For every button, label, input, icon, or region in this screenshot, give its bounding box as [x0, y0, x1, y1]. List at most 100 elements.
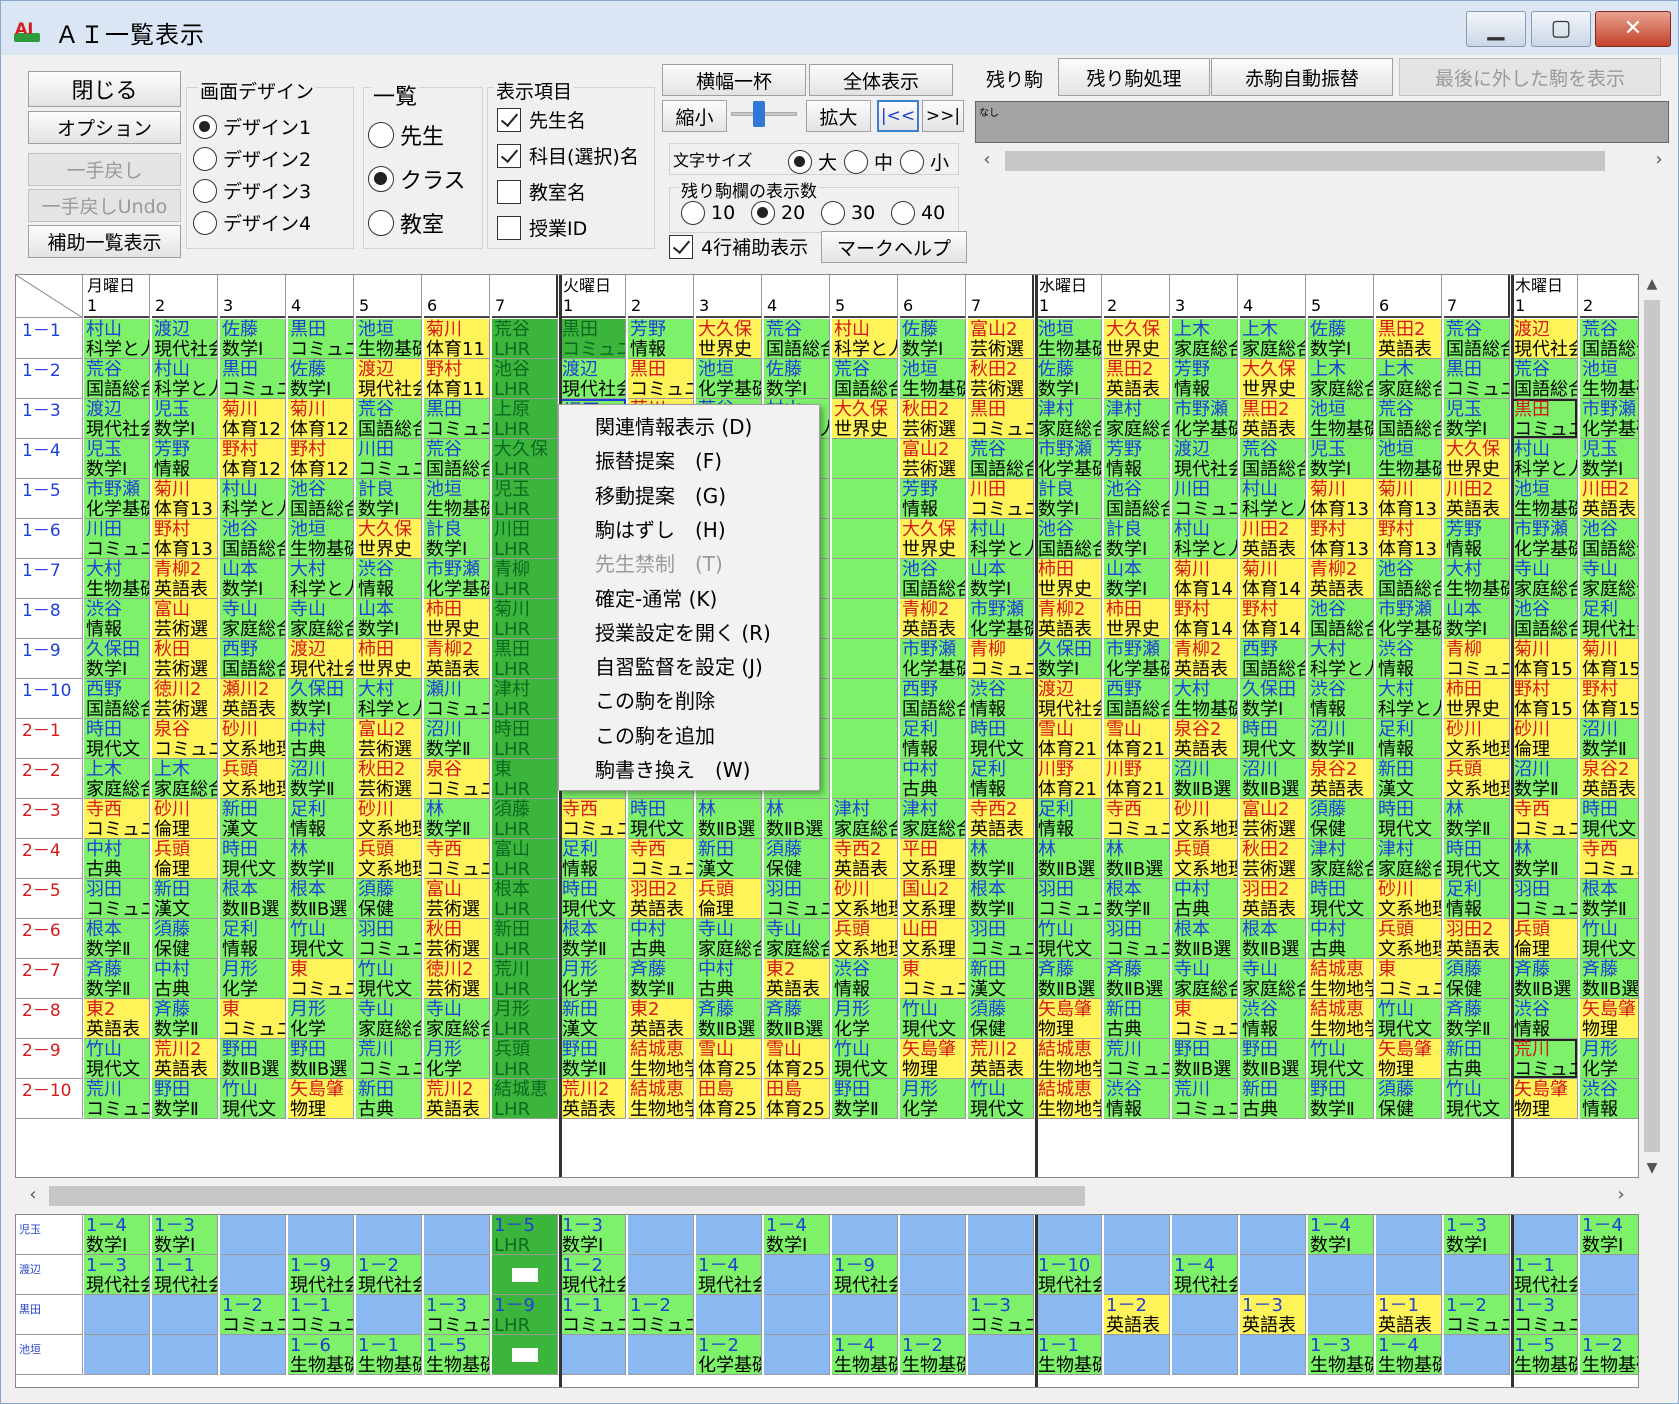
lesson-cell[interactable]: 羽田コミュニ — [1104, 919, 1170, 959]
lesson-cell[interactable]: 竹山 現代文 — [1376, 999, 1442, 1039]
lesson-cell[interactable]: 市野瀬化学基礎 — [1580, 399, 1638, 439]
lesson-cell[interactable]: 渋谷 情報 — [1512, 999, 1578, 1039]
lesson-cell[interactable]: 徳川2 芸術選 — [152, 679, 218, 719]
lesson-cell[interactable]: 竹山 現代文 — [832, 1039, 898, 1079]
lesson-cell[interactable]: 川野 体育21 — [1104, 759, 1170, 799]
scroll-down-icon[interactable]: ▼ — [1641, 1160, 1663, 1176]
lesson-cell[interactable]: 野村 体育11 — [424, 359, 490, 399]
item-option-3-check-icon[interactable] — [497, 179, 521, 204]
lesson-cell[interactable]: 川田2 英語表 — [1240, 519, 1306, 559]
remain-count-option-4-radio-icon[interactable] — [891, 201, 915, 225]
lesson-cell[interactable]: 市野瀬化学基礎 — [1104, 639, 1170, 679]
hscroll-left-icon[interactable]: ‹ — [23, 1184, 43, 1205]
lesson-cell[interactable]: 上原 LHR — [492, 399, 558, 439]
teacher-lesson-cell[interactable] — [84, 1295, 150, 1335]
header-1-5[interactable]: 5 — [356, 275, 422, 318]
lesson-cell[interactable]: 柿田 世界史 — [356, 639, 422, 679]
lesson-cell[interactable]: 林数ⅡB選 — [764, 799, 830, 839]
lesson-cell[interactable]: 時田 現代文 — [1376, 799, 1442, 839]
teacher-lesson-cell[interactable]: 1－1コミュニ — [288, 1295, 354, 1335]
teacher-row-label[interactable]: 黒田 — [16, 1295, 83, 1335]
lesson-cell[interactable]: 寺西2 英語表 — [832, 839, 898, 879]
lesson-cell[interactable]: 野村 体育15 — [1512, 679, 1578, 719]
lesson-cell[interactable]: 寺西コミュニ — [1580, 839, 1638, 879]
design-option-1[interactable]: デザイン1 — [193, 113, 311, 140]
lesson-cell[interactable]: 荒谷国語総合 — [424, 439, 490, 479]
teacher-lesson-cell[interactable] — [424, 1215, 490, 1255]
teacher-lesson-cell[interactable]: 1－2コミュニ — [1444, 1295, 1510, 1335]
lesson-cell[interactable]: 結城恵生物地学 — [1308, 959, 1374, 999]
lesson-cell[interactable]: 寺西コミュニ — [560, 799, 626, 839]
teacher-lesson-cell[interactable] — [288, 1215, 354, 1255]
teacher-lesson-cell[interactable] — [492, 1335, 558, 1375]
lesson-cell[interactable]: 新田 漢文 — [1376, 759, 1442, 799]
row-label[interactable]: 1－9 — [16, 639, 83, 679]
teacher-row-label[interactable]: 渡辺 — [16, 1255, 83, 1295]
teacher-lesson-cell[interactable]: 1－1生物基礎 — [356, 1335, 422, 1375]
header-1-2[interactable]: 2 — [152, 275, 218, 318]
lesson-cell[interactable]: 菊川 体育11 — [424, 319, 490, 359]
lesson-cell[interactable]: 寺山家庭総合 — [1512, 559, 1578, 599]
context-menu-item-10[interactable]: この駒を追加 — [595, 719, 715, 753]
lesson-cell[interactable]: 大久保 世界史 — [696, 319, 762, 359]
lesson-cell[interactable]: 菊川 体育14 — [1240, 559, 1306, 599]
context-menu-item-1[interactable]: 関連情報表示 (D) — [595, 410, 752, 444]
lesson-cell[interactable]: 市野瀬化学基礎 — [1036, 439, 1102, 479]
lesson-cell[interactable] — [832, 639, 898, 679]
lesson-cell[interactable]: 時田 現代文 — [560, 879, 626, 919]
teacher-lesson-cell[interactable]: 1－4 数学Ⅰ — [1580, 1215, 1638, 1255]
lesson-cell[interactable]: 竹山 現代文 — [1580, 919, 1638, 959]
lesson-cell[interactable]: 野田 数ⅡB選 — [1240, 1039, 1306, 1079]
lesson-cell[interactable]: 泉谷コミュニ — [424, 759, 490, 799]
item-option-1[interactable]: 先生名 — [497, 106, 586, 133]
lesson-cell[interactable]: 月形 化学 — [288, 999, 354, 1039]
lesson-cell[interactable]: 根本 LHR — [492, 879, 558, 919]
header-3-1[interactable]: 水曜日 1 — [1036, 275, 1102, 318]
lesson-cell[interactable]: 足利 情報 — [1376, 719, 1442, 759]
teacher-lesson-cell[interactable]: 1－3 数学Ⅰ — [152, 1215, 218, 1255]
lesson-cell[interactable]: 雪山 体育25 — [764, 1039, 830, 1079]
red-auto-swap-button[interactable]: 赤駒自動振替 — [1211, 58, 1393, 96]
last-page-button[interactable]: >>| — [922, 100, 964, 132]
lesson-cell[interactable]: 兵頭 LHR — [492, 1039, 558, 1079]
title-bar[interactable]: AI ＡＩ一覧表示 ▁ ▢ ✕ — [1, 1, 1678, 55]
lesson-cell[interactable]: 荒川2 英語表 — [424, 1079, 490, 1119]
lesson-cell[interactable]: 兵頭文系地理 — [1376, 919, 1442, 959]
four-row-check-icon[interactable] — [669, 234, 693, 259]
teacher-lesson-cell[interactable] — [968, 1215, 1034, 1255]
lesson-cell[interactable]: 山本 数学Ⅰ — [968, 559, 1034, 599]
font-size-option-2-radio-icon[interactable] — [844, 149, 868, 174]
lesson-cell[interactable]: 須藤 保健 — [764, 839, 830, 879]
lesson-cell[interactable] — [832, 559, 898, 599]
lesson-cell[interactable]: 荒谷国語総合 — [764, 319, 830, 359]
teacher-lesson-cell[interactable] — [1444, 1335, 1510, 1375]
teacher-lesson-cell[interactable] — [1240, 1215, 1306, 1255]
lesson-cell[interactable]: 竹山 現代文 — [1036, 919, 1102, 959]
lesson-cell[interactable]: 平田 文系理 — [900, 839, 966, 879]
lesson-cell[interactable]: 泉谷コミュニ — [152, 719, 218, 759]
lesson-cell[interactable]: 足利現代社会 — [1580, 599, 1638, 639]
lesson-cell[interactable]: 足利 情報 — [900, 719, 966, 759]
lesson-cell[interactable]: 黒田コミュニ — [424, 399, 490, 439]
teacher-lesson-cell[interactable] — [356, 1295, 422, 1335]
lesson-cell[interactable]: 黒田コミュニ — [288, 319, 354, 359]
teacher-lesson-cell[interactable] — [764, 1255, 830, 1295]
row-label[interactable]: 2－7 — [16, 959, 83, 999]
teacher-lesson-cell[interactable] — [764, 1295, 830, 1335]
lesson-cell[interactable]: 兵頭 倫理 — [1512, 919, 1578, 959]
lesson-cell[interactable]: 池垣生物基礎 — [1308, 399, 1374, 439]
lesson-cell[interactable]: 秋田2 芸術選 — [356, 759, 422, 799]
lesson-cell[interactable]: 月形 化学 — [832, 999, 898, 1039]
lesson-cell[interactable]: 秋田 芸術選 — [424, 919, 490, 959]
teacher-lesson-cell[interactable] — [968, 1255, 1034, 1295]
lesson-cell[interactable]: 砂川文系地理 — [1172, 799, 1238, 839]
teacher-lesson-cell[interactable] — [900, 1255, 966, 1295]
lesson-cell[interactable]: 上木家庭総合 — [84, 759, 150, 799]
lesson-cell[interactable]: 池谷国語総合 — [1580, 519, 1638, 559]
lesson-cell[interactable]: 市野瀬化学基礎 — [968, 599, 1034, 639]
font-size-option-2[interactable]: 中 — [844, 148, 893, 175]
teacher-lesson-cell[interactable] — [1104, 1215, 1170, 1255]
lesson-cell[interactable]: 池谷国語総合 — [1376, 559, 1442, 599]
lesson-cell[interactable]: 斉藤 数ⅡB選 — [1104, 959, 1170, 999]
lesson-cell[interactable]: 中村 古典 — [84, 839, 150, 879]
